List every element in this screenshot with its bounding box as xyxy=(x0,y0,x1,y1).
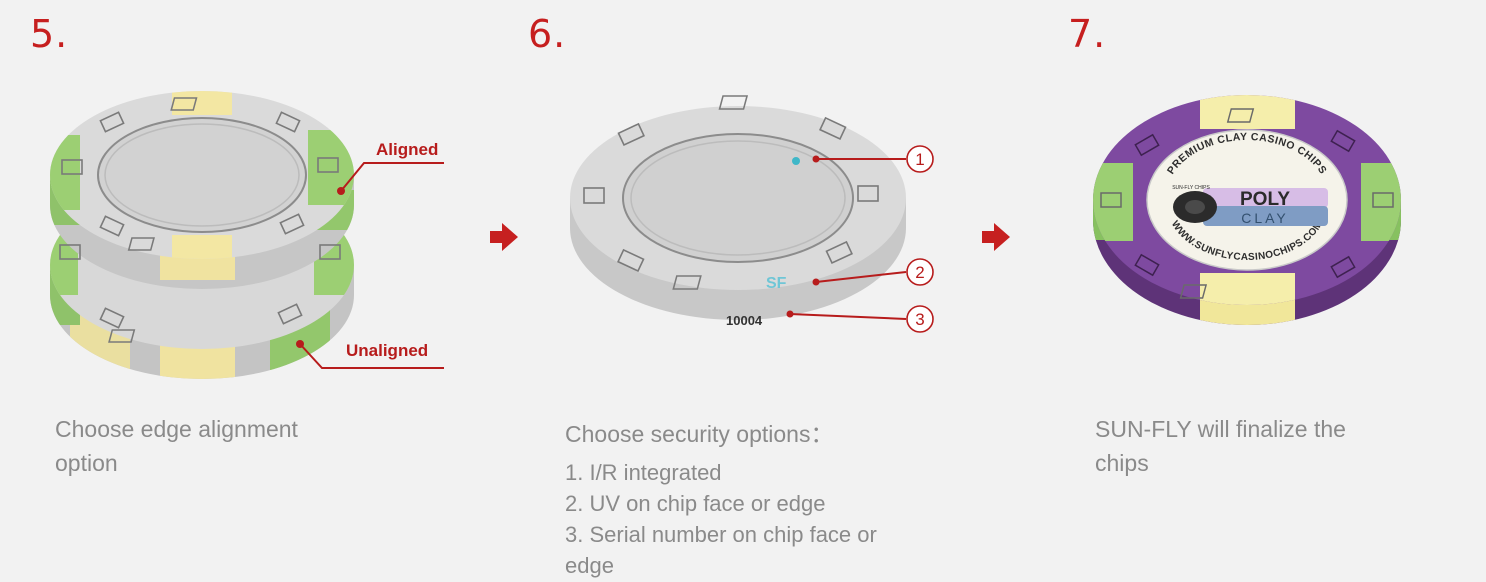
chip-brand-line2: CLAY xyxy=(1241,210,1289,226)
step-5-description: Choose edge alignment option xyxy=(55,416,298,476)
security-option-2: 2. UV on chip face or edge xyxy=(565,491,826,516)
chip-brand-line1: POLY xyxy=(1240,189,1290,210)
finished-chip-illustration: PREMIUM CLAY CASINO CHIPS WWW.SUNFLYCASI… xyxy=(1093,95,1401,325)
unaligned-callout: Unaligned xyxy=(346,341,429,360)
security-options-illustration: SF 10004 1 2 3 xyxy=(570,95,934,333)
arrow-right-icon xyxy=(490,223,518,251)
security-options-list: 1. I/R integrated 2. UV on chip face or … xyxy=(565,457,877,581)
step-6-number: 6. xyxy=(528,12,567,56)
aligned-callout: Aligned xyxy=(376,140,439,159)
security-option-1: 1. I/R integrated xyxy=(565,460,722,485)
step-7-number: 7. xyxy=(1068,12,1107,56)
arrow-right-icon xyxy=(982,223,1010,251)
callout-number-3: 3 xyxy=(915,310,924,329)
uv-logo-mark: SF xyxy=(766,275,787,292)
callout-number-2: 2 xyxy=(915,263,924,282)
chip-small-text: SUN-FLY CHIPS xyxy=(1172,185,1210,191)
serial-number-mark: 10004 xyxy=(726,313,763,328)
step-6-description: Choose security options： xyxy=(565,421,834,447)
security-option-3: 3. Serial number on chip face or xyxy=(565,522,877,547)
step-7-description: SUN-FLY will finalize the chips xyxy=(1095,416,1346,476)
edge-alignment-illustration xyxy=(50,91,444,379)
callout-number-1: 1 xyxy=(915,150,924,169)
security-option-3-cont: edge xyxy=(565,553,614,578)
